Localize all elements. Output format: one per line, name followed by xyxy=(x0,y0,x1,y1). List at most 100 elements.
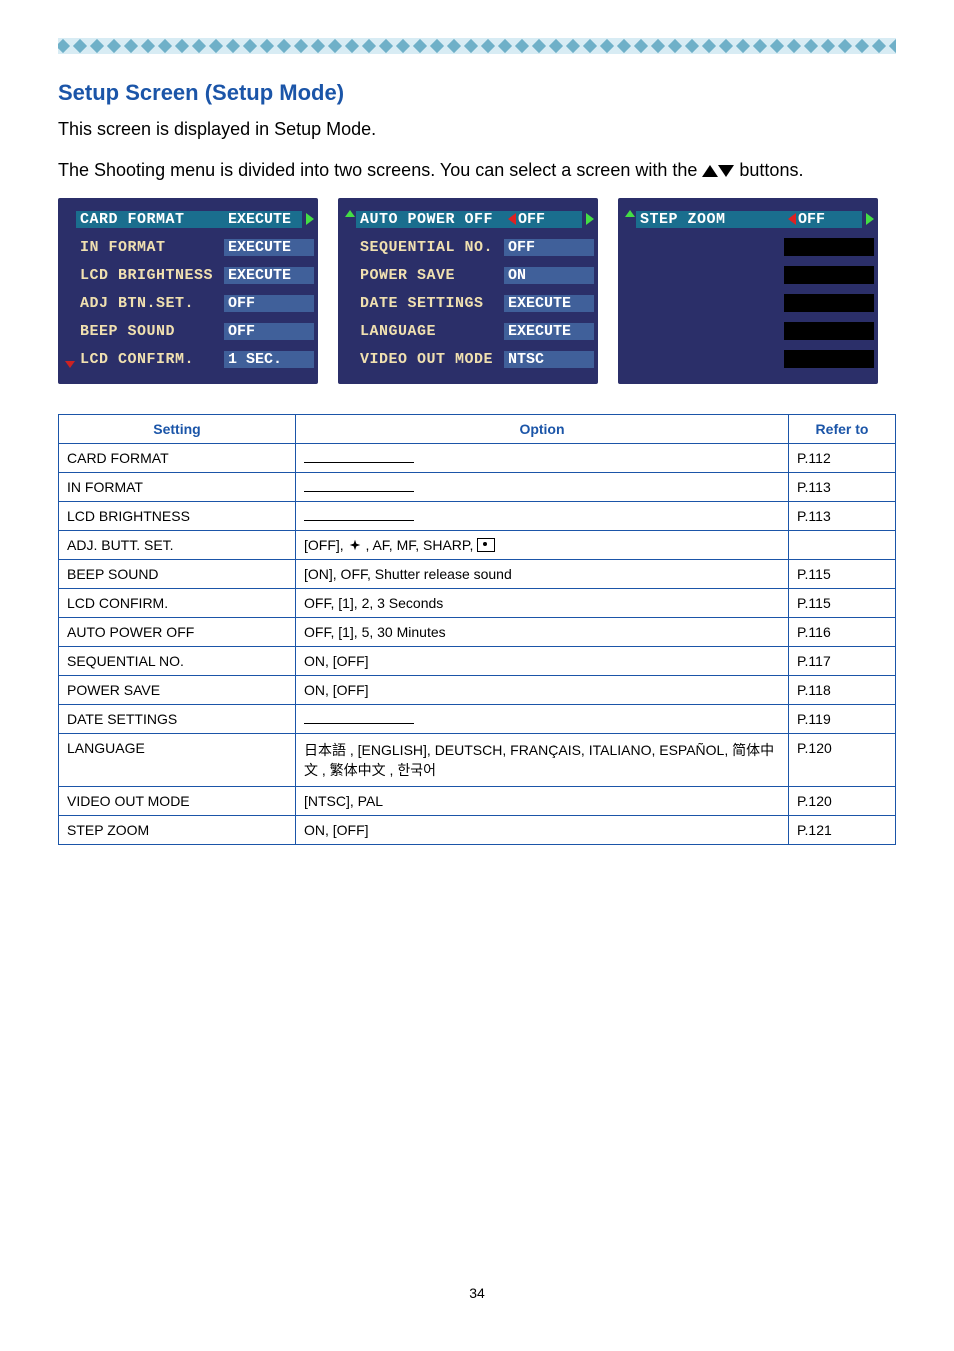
cell-setting: STEP ZOOM xyxy=(59,816,296,845)
cell-setting: DATE SETTINGS xyxy=(59,705,296,734)
menu-item: LANGUAGEEXECUTE xyxy=(356,318,594,344)
menu-item-label: SEQUENTIAL NO. xyxy=(356,239,504,256)
intro-text-2: The Shooting menu is divided into two sc… xyxy=(58,157,896,184)
down-triangle-icon xyxy=(718,165,734,177)
menu-item-label: LANGUAGE xyxy=(356,323,504,340)
menu-item-label: DATE SETTINGS xyxy=(356,295,504,312)
menu-item-value xyxy=(784,294,874,312)
table-row: SEQUENTIAL NO.ON, [OFF]P.117 xyxy=(59,647,896,676)
scroll-up-icon xyxy=(345,210,355,217)
table-row: LANGUAGE日本語 , [ENGLISH], DEUTSCH, FRANÇA… xyxy=(59,734,896,787)
menu-item: POWER SAVEON xyxy=(356,262,594,288)
cell-refer: P.113 xyxy=(789,502,896,531)
scroll-down-icon xyxy=(65,361,75,368)
menu-item: DATE SETTINGSEXECUTE xyxy=(356,290,594,316)
th-option: Option xyxy=(296,415,789,444)
table-row: LCD CONFIRM.OFF, [1], 2, 3 SecondsP.115 xyxy=(59,589,896,618)
right-arrow-icon xyxy=(306,213,314,225)
cell-option: ON, [OFF] xyxy=(296,676,789,705)
cell-refer: P.115 xyxy=(789,589,896,618)
th-refer: Refer to xyxy=(789,415,896,444)
af-target-icon xyxy=(477,538,495,552)
menu-item xyxy=(636,290,874,316)
table-row: STEP ZOOMON, [OFF]P.121 xyxy=(59,816,896,845)
table-row: POWER SAVEON, [OFF]P.118 xyxy=(59,676,896,705)
cell-option xyxy=(296,705,789,734)
page-container: 1 Setup Screen (Setup Mode) This screen … xyxy=(0,0,954,1341)
menu-item-value: OFF xyxy=(784,211,862,228)
cell-refer: P.116 xyxy=(789,618,896,647)
cell-refer: P.120 xyxy=(789,734,896,787)
menu-box: STEP ZOOMOFF xyxy=(618,198,878,384)
settings-table: Setting Option Refer to CARD FORMATP.112… xyxy=(58,414,896,845)
cell-setting: LCD CONFIRM. xyxy=(59,589,296,618)
right-arrow-icon xyxy=(586,213,594,225)
menu-item xyxy=(636,262,874,288)
menu-screenshots-row: CARD FORMATEXECUTEIN FORMATEXECUTELCD BR… xyxy=(58,198,896,384)
cell-refer: P.120 xyxy=(789,787,896,816)
menu-item-label: LCD BRIGHTNESS xyxy=(76,267,224,284)
menu-item-label: BEEP SOUND xyxy=(76,323,224,340)
menu-item xyxy=(636,234,874,260)
wb-icon xyxy=(348,538,362,552)
cell-setting: VIDEO OUT MODE xyxy=(59,787,296,816)
menu-item-label: CARD FORMAT xyxy=(76,211,224,228)
table-row: DATE SETTINGS P.119 xyxy=(59,705,896,734)
menu-item: IN FORMATEXECUTE xyxy=(76,234,314,260)
cell-refer: P.118 xyxy=(789,676,896,705)
cell-option xyxy=(296,502,789,531)
menu-item: BEEP SOUNDOFF xyxy=(76,318,314,344)
cell-refer: P.121 xyxy=(789,816,896,845)
menu-item-value xyxy=(784,238,874,256)
menu-item: VIDEO OUT MODENTSC xyxy=(356,346,594,372)
menu-item-label: POWER SAVE xyxy=(356,267,504,284)
menu-item-label: STEP ZOOM xyxy=(636,211,784,228)
cell-refer xyxy=(789,531,896,560)
cell-setting: POWER SAVE xyxy=(59,676,296,705)
menu-item-value xyxy=(784,350,874,368)
menu-item-label: LCD CONFIRM. xyxy=(76,351,224,368)
left-arrow-icon xyxy=(508,213,516,225)
menu-box: CARD FORMATEXECUTEIN FORMATEXECUTELCD BR… xyxy=(58,198,318,384)
menu-item-value: EXECUTE xyxy=(504,323,594,340)
decorative-divider xyxy=(58,38,896,54)
menu-box: AUTO POWER OFFOFFSEQUENTIAL NO.OFFPOWER … xyxy=(338,198,598,384)
cell-option: [ON], OFF, Shutter release sound xyxy=(296,560,789,589)
cell-setting: SEQUENTIAL NO. xyxy=(59,647,296,676)
section-title: Setup Screen (Setup Mode) xyxy=(58,80,896,106)
table-row: BEEP SOUND[ON], OFF, Shutter release sou… xyxy=(59,560,896,589)
menu-item-value: 1 SEC. xyxy=(224,351,314,368)
cell-refer: P.115 xyxy=(789,560,896,589)
menu-item: ADJ BTN.SET.OFF xyxy=(76,290,314,316)
menu-item: CARD FORMATEXECUTE xyxy=(76,206,314,232)
right-arrow-icon xyxy=(866,213,874,225)
menu-item-value: OFF xyxy=(224,295,314,312)
menu-item-value xyxy=(784,266,874,284)
cell-refer: P.112 xyxy=(789,444,896,473)
menu-item-label: AUTO POWER OFF xyxy=(356,211,504,228)
cell-option: ON, [OFF] xyxy=(296,816,789,845)
table-row: VIDEO OUT MODE[NTSC], PALP.120 xyxy=(59,787,896,816)
menu-item: AUTO POWER OFFOFF xyxy=(356,206,594,232)
menu-item: STEP ZOOMOFF xyxy=(636,206,874,232)
menu-item-value: EXECUTE xyxy=(224,211,302,228)
cell-option: ON, [OFF] xyxy=(296,647,789,676)
menu-item-value: OFF xyxy=(504,211,582,228)
th-setting: Setting xyxy=(59,415,296,444)
menu-item-value: EXECUTE xyxy=(504,295,594,312)
cell-refer: P.117 xyxy=(789,647,896,676)
menu-item-value: EXECUTE xyxy=(224,267,314,284)
menu-item xyxy=(636,318,874,344)
cell-refer: P.119 xyxy=(789,705,896,734)
up-triangle-icon xyxy=(702,165,718,177)
cell-option xyxy=(296,444,789,473)
cell-setting: AUTO POWER OFF xyxy=(59,618,296,647)
table-row: IN FORMATP.113 xyxy=(59,473,896,502)
table-row: CARD FORMATP.112 xyxy=(59,444,896,473)
cell-setting: LANGUAGE xyxy=(59,734,296,787)
left-arrow-icon xyxy=(788,213,796,225)
cell-setting: ADJ. BUTT. SET. xyxy=(59,531,296,560)
menu-item-value: OFF xyxy=(504,239,594,256)
menu-item-value: NTSC xyxy=(504,351,594,368)
menu-item-label: IN FORMAT xyxy=(76,239,224,256)
